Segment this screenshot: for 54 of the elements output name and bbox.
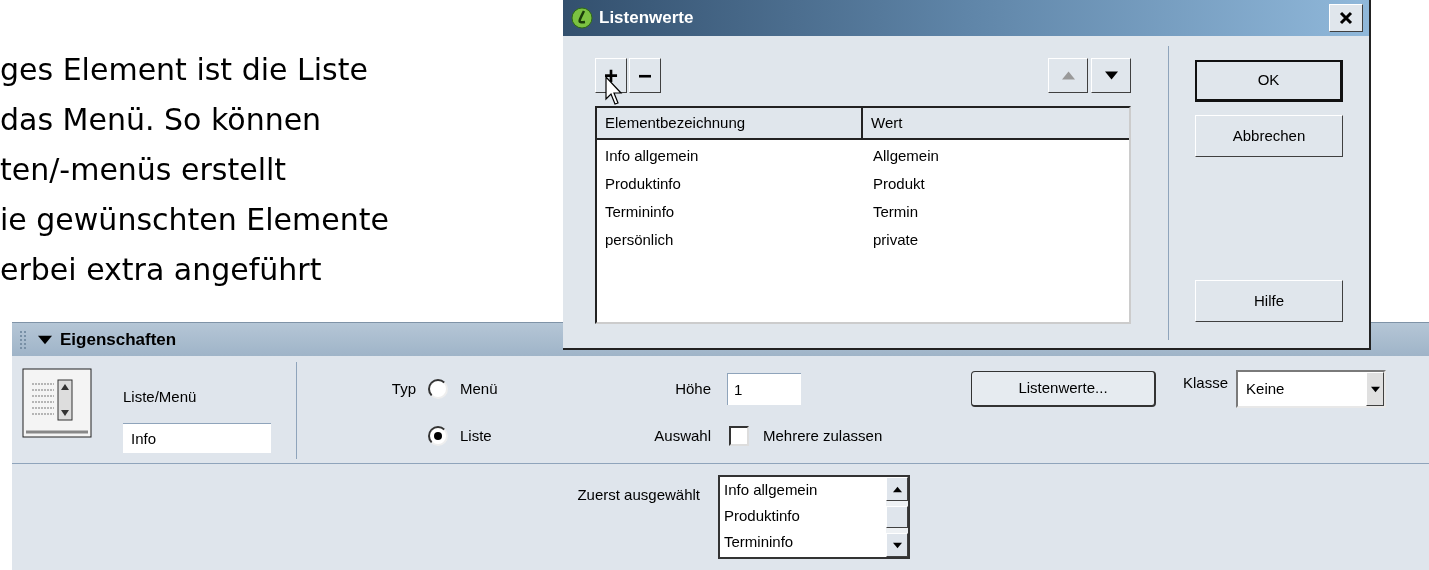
scroll-down-icon <box>892 540 902 550</box>
checkbox-label: Mehrere zulassen <box>763 425 883 446</box>
radio-label[interactable]: Liste <box>460 424 492 448</box>
move-up-button[interactable] <box>1048 58 1088 93</box>
list-item[interactable]: Produktinfo <box>724 503 886 529</box>
close-button[interactable] <box>1329 4 1363 32</box>
type-label: Typ <box>390 378 416 399</box>
grip-icon <box>20 330 26 349</box>
checkbox[interactable] <box>729 426 749 446</box>
table-cell-text: Termininfo <box>604 201 676 222</box>
list-values-button[interactable]: Listenwerte... <box>971 371 1156 407</box>
element-type-label: Liste/Menü <box>123 387 198 407</box>
class-label: Klasse <box>1183 373 1229 393</box>
slide-text-line: ten/-menüs erstellt <box>0 151 287 189</box>
list-menu-icon <box>22 368 92 438</box>
app-logo-icon <box>571 7 593 29</box>
class-select[interactable]: Keine <box>1236 370 1387 408</box>
name-field[interactable]: Info <box>123 422 271 453</box>
slide-text-line: erbei extra angeführt <box>0 251 322 289</box>
table-cell-text: Info allgemein <box>604 145 700 166</box>
down-triangle-icon <box>1104 69 1118 82</box>
scroll-up-icon <box>892 484 902 494</box>
panel-title[interactable]: Eigenschaften <box>60 326 177 353</box>
table-cell-text: persönlich <box>604 229 675 250</box>
list-item[interactable]: Info allgemein <box>724 477 886 503</box>
dialog-title: Listenwerte <box>599 7 694 30</box>
scrollbar[interactable] <box>886 477 908 557</box>
dialog-button[interactable]: OK <box>1195 60 1343 102</box>
table-cell-text: Allgemein <box>872 145 939 166</box>
height-label: Höhe <box>674 378 711 399</box>
slide-text-line: ie gewünschten Elemente <box>0 201 389 239</box>
dialog-button[interactable]: Hilfe <box>1195 280 1343 322</box>
table-cell-text: Produktinfo <box>604 173 682 194</box>
move-down-button[interactable] <box>1091 58 1131 93</box>
close-icon <box>1339 11 1353 25</box>
slide-text-line: ges Element ist die Liste <box>0 51 368 89</box>
up-triangle-icon <box>1061 69 1075 82</box>
table-cell-text: private <box>872 229 919 250</box>
height-field[interactable]: 1 <box>727 373 801 405</box>
radio-button[interactable] <box>428 379 448 399</box>
initial-selection-listbox[interactable]: Info allgemein Produktinfo Termininfo <box>718 475 910 559</box>
initially-selected-label: Zuerst ausgewählt <box>576 485 700 505</box>
radio-button[interactable] <box>428 426 448 446</box>
column-header[interactable]: Wert <box>863 108 1129 138</box>
dropdown-arrow-icon <box>1370 384 1380 394</box>
remove-button[interactable]: − <box>629 58 661 93</box>
column-header[interactable]: Elementbezeichnung <box>597 108 863 138</box>
list-item[interactable]: Termininfo <box>724 529 886 555</box>
slide-text-line: das Menü. So können <box>0 101 322 139</box>
selection-label: Auswahl <box>653 425 711 446</box>
radio-label[interactable]: Menü <box>460 377 498 401</box>
table-cell-text: Termin <box>872 201 918 222</box>
dialog-button[interactable]: Abbrechen <box>1195 115 1343 157</box>
table-cell-text: Produkt <box>872 173 925 194</box>
